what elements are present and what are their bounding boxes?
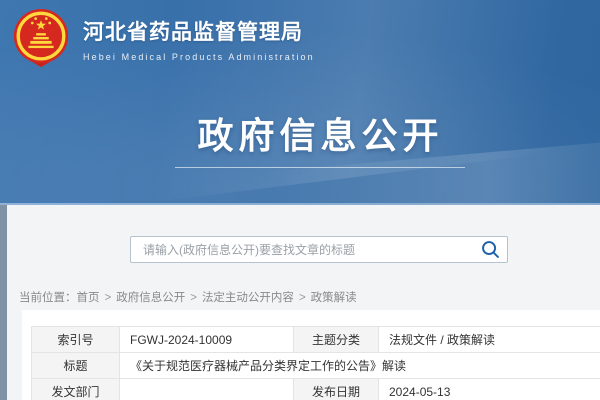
site-brand-text: 河北省药品监督管理局 Hebei Medical Products Admini… [83, 14, 315, 62]
site-subtitle-en: Hebei Medical Products Administration [83, 52, 315, 62]
page-edge-strip [0, 205, 7, 400]
search-bar [130, 236, 508, 263]
field-value-index-number: FGWJ-2024-10009 [120, 327, 294, 353]
banner-title: 政府信息公开 [43, 107, 598, 159]
document-meta-table: 索引号 FGWJ-2024-10009 主题分类 法规文件 / 政策解读 标题 … [31, 326, 600, 400]
table-row-dept-date: 发文部门 发布日期 2024-05-13 [32, 379, 600, 400]
breadcrumb-link-home[interactable]: 首页 [77, 292, 100, 304]
breadcrumb-link-gov-info[interactable]: 政府信息公开 [116, 292, 185, 304]
field-value-topic-category: 法规文件 / 政策解读 [379, 327, 600, 353]
breadcrumb-separator: > [105, 292, 112, 304]
page: 河北省药品监督管理局 Hebei Medical Products Admini… [0, 0, 600, 400]
site-logo-link[interactable]: 河北省药品监督管理局 Hebei Medical Products Admini… [10, 7, 315, 69]
breadcrumb-separator: > [299, 292, 306, 304]
national-emblem-icon [10, 7, 72, 69]
field-label-index-number: 索引号 [32, 327, 120, 353]
breadcrumb-link-policy-interpretation[interactable]: 政策解读 [311, 292, 357, 304]
site-header-banner: 河北省药品监督管理局 Hebei Medical Products Admini… [0, 0, 600, 205]
breadcrumb-label: 当前位置： [19, 292, 77, 304]
field-label-topic-category: 主题分类 [294, 327, 379, 353]
breadcrumb-separator: > [190, 292, 197, 304]
field-label-title: 标题 [32, 353, 120, 379]
field-value-issuing-department [120, 379, 294, 400]
field-value-title: 《关于规范医疗器械产品分类界定工作的公告》解读 [120, 353, 600, 379]
site-title: 河北省药品监督管理局 [83, 20, 315, 46]
field-value-publish-date: 2024-05-13 [379, 379, 600, 400]
field-label-publish-date: 发布日期 [294, 379, 379, 400]
search-button[interactable] [479, 239, 501, 261]
banner-underline [175, 167, 465, 168]
search-input[interactable] [130, 236, 508, 263]
table-row-index-topic: 索引号 FGWJ-2024-10009 主题分类 法规文件 / 政策解读 [32, 327, 600, 353]
breadcrumb: 当前位置：首页 > 政府信息公开 > 法定主动公开内容 > 政策解读 [19, 289, 357, 305]
breadcrumb-link-disclosure-content[interactable]: 法定主动公开内容 [202, 292, 294, 304]
search-icon [480, 239, 501, 260]
field-label-issuing-department: 发文部门 [32, 379, 120, 400]
table-row-title: 标题 《关于规范医疗器械产品分类界定工作的公告》解读 [32, 353, 600, 379]
